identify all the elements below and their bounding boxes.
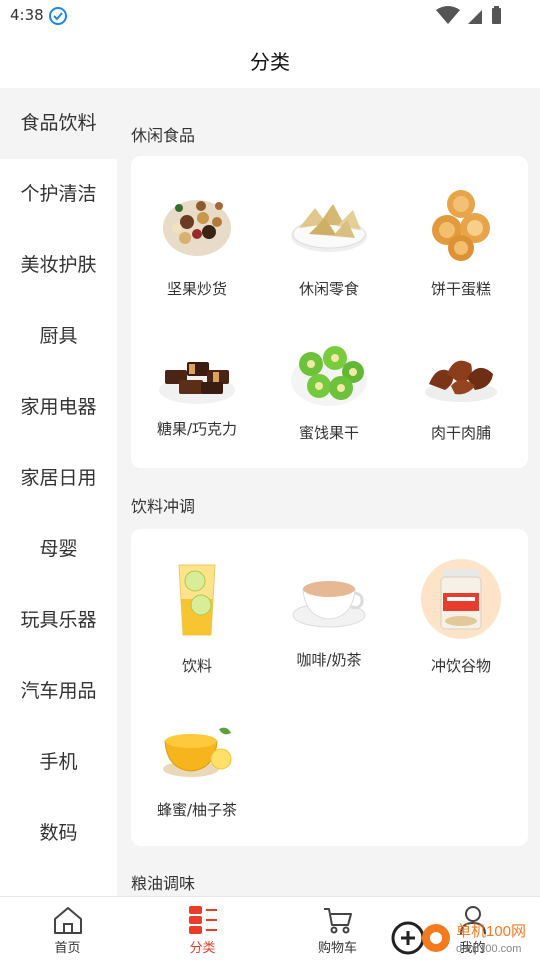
lemon-drink-image — [178, 564, 216, 636]
category-tile[interactable]: 咖啡/奶茶 — [263, 541, 395, 681]
sidebar-item-auto[interactable]: 汽车用品 — [0, 656, 117, 727]
sidebar-item-personal-care[interactable]: 个护清洁 — [0, 159, 117, 230]
sidebar-item-baby[interactable]: 母婴 — [0, 514, 117, 585]
sidebar-item-appliances[interactable]: 家用电器 — [0, 372, 117, 443]
dried-kiwi-image — [291, 346, 367, 406]
tile-label: 蜂蜜/柚子茶 — [156, 801, 238, 819]
category-content: 休闲食品 坚果炒货 休闲零食 饼干蛋糕 糖果/巧克力 蜜饯果干 肉干肉脯 饮料冲… — [117, 88, 540, 896]
status-time: 4:38 — [10, 6, 44, 24]
nuts-image — [163, 200, 231, 256]
sidebar-item-food-drink[interactable]: 食品饮料 — [0, 88, 117, 159]
jerky-image — [425, 360, 497, 402]
category-tile[interactable]: 糖果/巧克力 — [131, 316, 263, 456]
category-card: 坚果炒货 休闲零食 饼干蛋糕 糖果/巧克力 蜜饯果干 肉干肉脯 — [131, 156, 528, 468]
milk-tea-image — [292, 581, 366, 628]
chocolate-image — [159, 362, 235, 404]
tile-label: 糖果/巧克力 — [156, 420, 238, 438]
header: 分类 — [0, 32, 540, 88]
tile-label: 肉干肉脯 — [430, 424, 491, 442]
tab-home[interactable]: 首页 — [0, 897, 135, 960]
sidebar-item-beauty[interactable]: 美妆护肤 — [0, 230, 117, 301]
tile-label: 坚果炒货 — [166, 280, 227, 298]
section-title: 粮油调味 — [131, 874, 196, 893]
tile-label: 饮料 — [181, 657, 212, 675]
sidebar-item-home-goods[interactable]: 家居日用 — [0, 443, 117, 514]
tab-label: 首页 — [54, 941, 81, 956]
tile-label: 休闲零食 — [298, 280, 359, 298]
section-title: 饮料冲调 — [131, 497, 196, 516]
sidebar-item-toys[interactable]: 玩具乐器 — [0, 585, 117, 656]
tile-label: 冲饮谷物 — [430, 657, 491, 675]
category-tile[interactable]: 肉干肉脯 — [395, 316, 527, 456]
tile-label: 饼干蛋糕 — [430, 280, 491, 298]
svg-text:单机100网: 单机100网 — [456, 923, 526, 940]
category-tile[interactable]: 蜜饯果干 — [263, 316, 395, 456]
cart-icon — [323, 908, 352, 934]
watermark-logo: 单机100网 danji100.com — [391, 921, 526, 955]
chips-image — [291, 204, 367, 252]
oats-jar-image — [421, 559, 501, 639]
sidebar-item-phones[interactable]: 手机 — [0, 727, 117, 798]
section-title: 休闲食品 — [131, 126, 196, 145]
category-card: 饮料 咖啡/奶茶 冲饮谷物 蜂蜜/柚子茶 — [131, 529, 528, 846]
svg-text:danji100.com: danji100.com — [456, 943, 521, 955]
sidebar-item-kitchenware[interactable]: 厨具 — [0, 301, 117, 372]
tab-category[interactable]: 分类 — [135, 897, 270, 960]
home-icon — [53, 907, 82, 934]
category-tile[interactable]: 蜂蜜/柚子茶 — [131, 689, 263, 829]
category-tile[interactable]: 饼干蛋糕 — [395, 166, 527, 306]
check-circle-icon — [49, 7, 67, 25]
status-bar: 4:38 — [0, 0, 540, 32]
tab-cart[interactable]: 购物车 — [270, 897, 405, 960]
category-sidebar: 食品饮料 个护清洁 美妆护肤 厨具 家用电器 家居日用 母婴 玩具乐器 汽车用品… — [0, 88, 117, 896]
category-tile[interactable]: 休闲零食 — [263, 166, 395, 306]
category-tile[interactable]: 冲饮谷物 — [395, 541, 527, 681]
cookies-image — [432, 190, 490, 261]
honey-citron-image — [163, 727, 232, 777]
page-title: 分类 — [250, 50, 290, 74]
sidebar-item-digital[interactable]: 数码 — [0, 798, 117, 869]
signal-battery-icon — [436, 6, 501, 24]
tile-label: 咖啡/奶茶 — [296, 651, 362, 669]
category-icon — [188, 906, 217, 934]
category-tile[interactable]: 饮料 — [131, 541, 263, 681]
tile-label: 蜜饯果干 — [298, 424, 359, 442]
tab-label: 分类 — [189, 941, 216, 956]
tab-label: 购物车 — [317, 941, 357, 956]
category-tile[interactable]: 坚果炒货 — [131, 166, 263, 306]
